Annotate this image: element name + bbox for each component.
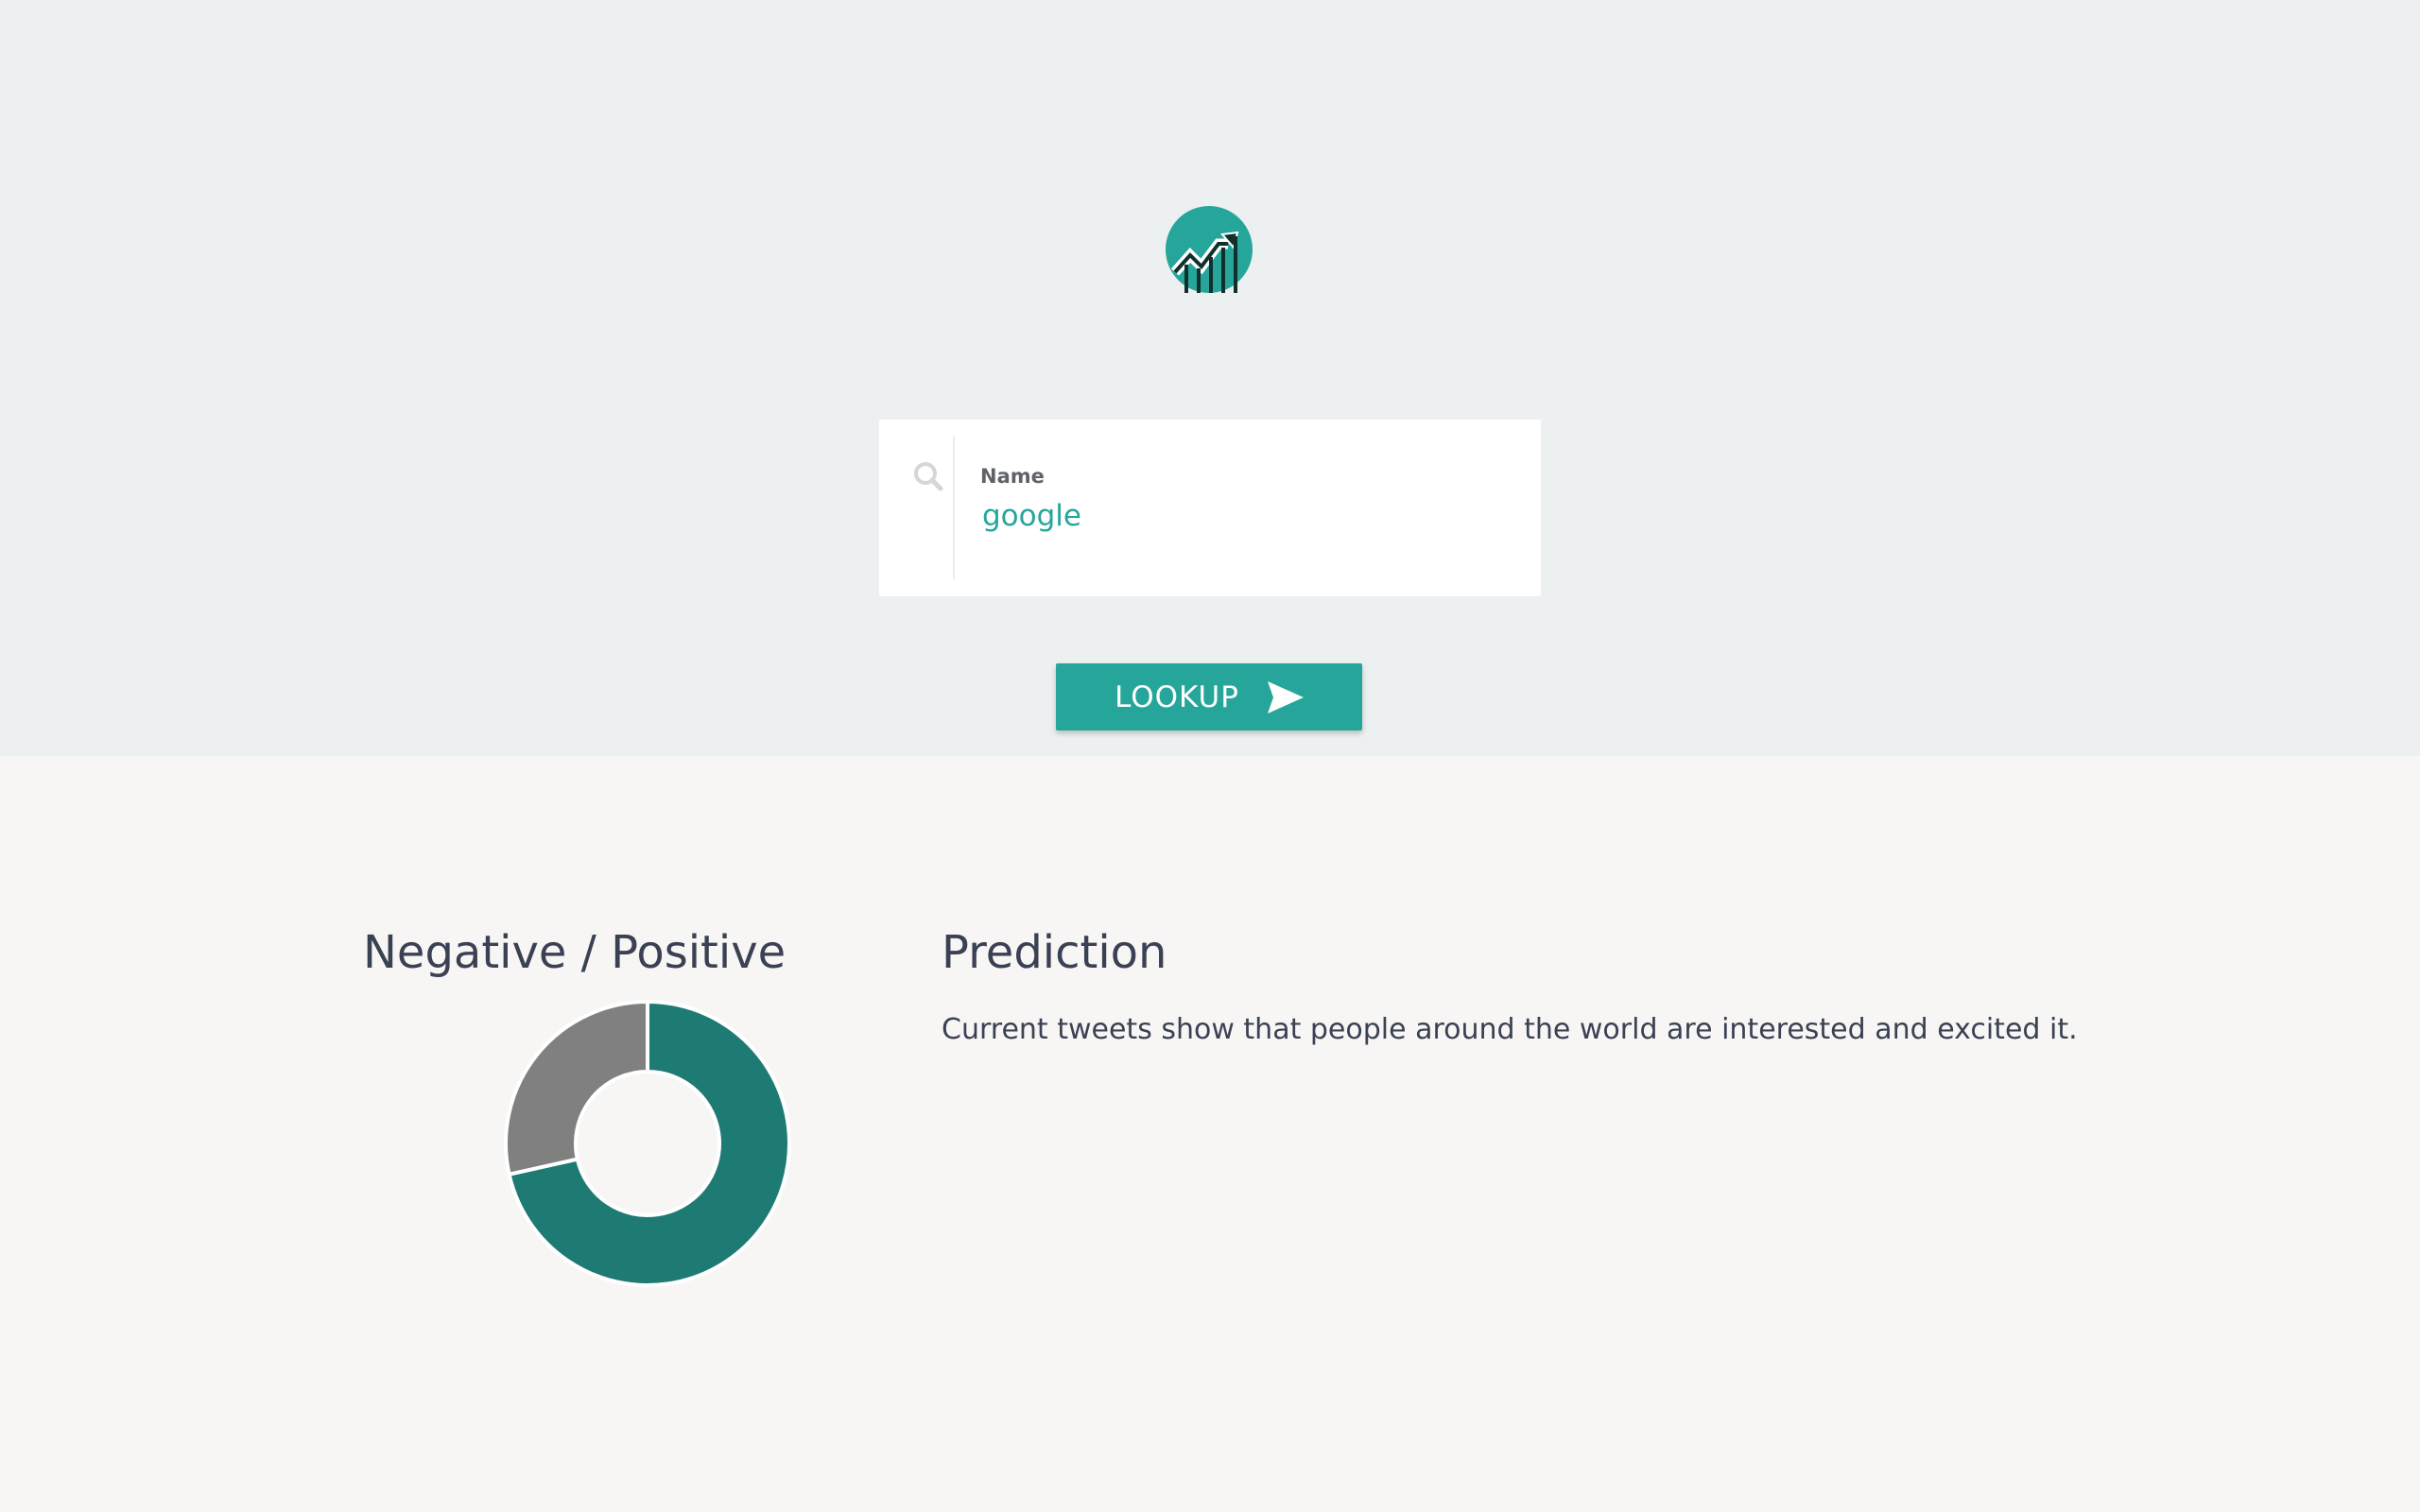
results-section [0, 756, 2420, 1512]
search-icon [914, 462, 943, 491]
send-icon [1267, 680, 1304, 713]
lookup-button[interactable]: LOOKUP [1056, 663, 1362, 730]
chart-title: Negative / Positive [363, 926, 786, 979]
prediction-text: Current tweets show that people around t… [942, 1013, 2078, 1046]
donut-slice-negative [504, 999, 649, 1177]
sentiment-donut-chart [504, 999, 791, 1287]
logo-trend-icon [1166, 206, 1253, 293]
name-input[interactable] [980, 493, 1512, 539]
lookup-button-label: LOOKUP [1115, 679, 1239, 714]
search-card: Name [879, 420, 1541, 596]
name-field-label: Name [980, 465, 1045, 488]
search-section: Name LOOKUP [0, 0, 2420, 756]
search-divider [953, 436, 955, 580]
prediction-title: Prediction [942, 926, 1167, 979]
